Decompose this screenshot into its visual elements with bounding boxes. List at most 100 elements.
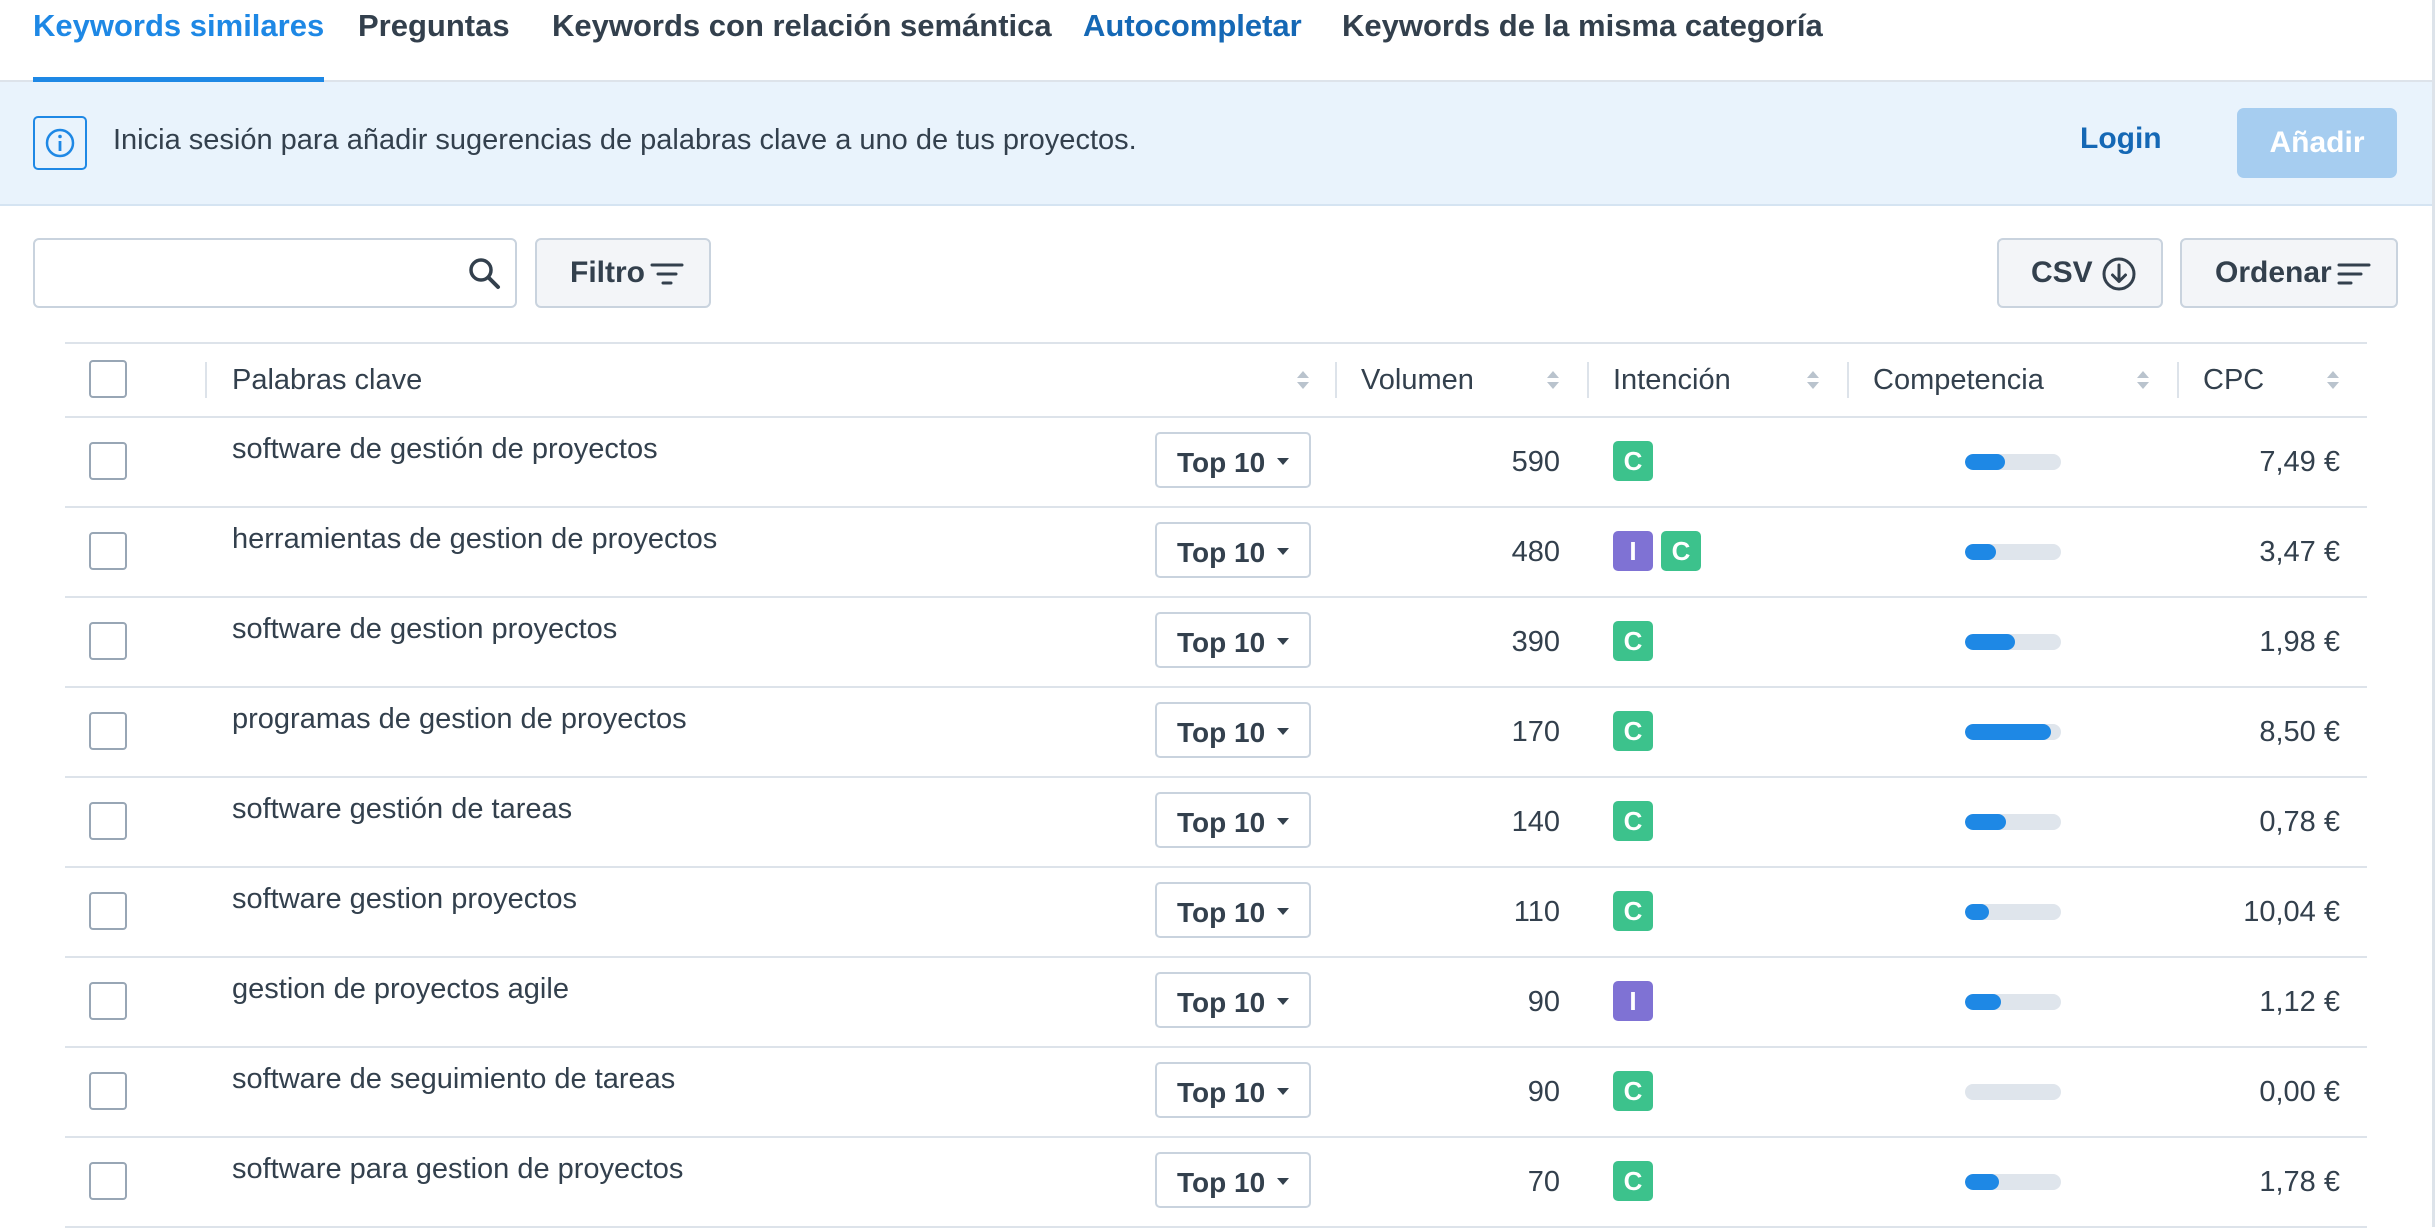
intent-badge: C: [1613, 1161, 1653, 1201]
keyword-text: software de seguimiento de tareas: [232, 1063, 676, 1095]
tab-preguntas[interactable]: Preguntas: [358, 0, 510, 80]
intent-badge: C: [1613, 441, 1653, 481]
competition-bar: [1965, 994, 2061, 1010]
search-input[interactable]: [45, 248, 449, 300]
rank-dropdown[interactable]: Top 10: [1155, 612, 1311, 668]
cpc-value: 0,00 €: [2259, 1076, 2340, 1108]
tab-keywords-similares[interactable]: Keywords similares: [33, 0, 325, 82]
sort-arrows-icon[interactable]: [1545, 368, 1561, 392]
keyword-text: software de gestion proyectos: [232, 613, 618, 645]
row-checkbox[interactable]: [89, 1162, 127, 1200]
caret-down-icon: [1277, 458, 1289, 465]
login-banner: Inicia sesión para añadir sugerencias de…: [0, 82, 2432, 206]
rank-dropdown[interactable]: Top 10: [1155, 702, 1311, 758]
header-competition[interactable]: Competencia: [1873, 364, 2044, 397]
keyword-text: programas de gestion de proyectos: [232, 703, 687, 735]
banner-message: Inicia sesión para añadir sugerencias de…: [113, 124, 1137, 156]
csv-label: CSV: [2031, 256, 2093, 289]
header-keyword[interactable]: Palabras clave: [232, 364, 422, 397]
table-row: software de gestión de proyectos Top 10 59…: [65, 416, 2367, 508]
volume-value: 480: [1511, 536, 1560, 568]
table-row: software gestion proyectos Top 10 110 C 10,0…: [65, 866, 2367, 958]
row-checkbox[interactable]: [89, 802, 127, 840]
header-cpc[interactable]: CPC: [2203, 364, 2264, 397]
competition-bar: [1965, 634, 2061, 650]
login-link[interactable]: Login: [2080, 122, 2162, 156]
table-row: software para gestion de proyectos Top 10…: [65, 1136, 2367, 1228]
filter-label: Filtro: [570, 256, 645, 289]
caret-down-icon: [1277, 998, 1289, 1005]
rank-dropdown[interactable]: Top 10: [1155, 882, 1311, 938]
volume-value: 70: [1527, 1166, 1560, 1198]
rank-dropdown[interactable]: Top 10: [1155, 792, 1311, 848]
caret-down-icon: [1277, 728, 1289, 735]
csv-button[interactable]: CSV: [1997, 238, 2163, 308]
app-frame: Keywords similares Preguntas Keywords co…: [0, 0, 2435, 1228]
volume-value: 590: [1511, 446, 1560, 478]
tab-autocompletar[interactable]: Autocompletar: [1083, 0, 1302, 80]
header-intent[interactable]: Intención: [1613, 364, 1731, 397]
volume-value: 90: [1527, 986, 1560, 1018]
cpc-value: 7,49 €: [2259, 446, 2340, 478]
keyword-text: software gestion proyectos: [232, 883, 577, 915]
rank-label: Top 10: [1177, 537, 1266, 568]
header-divider: [1335, 362, 1337, 398]
competition-fill: [1965, 994, 2002, 1010]
row-checkbox[interactable]: [89, 622, 127, 660]
sort-arrows-icon[interactable]: [2135, 368, 2151, 392]
table-row: herramientas de gestion de proyectos Top …: [65, 506, 2367, 598]
sort-icon: [2337, 263, 2371, 285]
cpc-value: 10,04 €: [2243, 896, 2340, 928]
competition-fill: [1965, 454, 2006, 470]
tab-keywords-misma-categoria[interactable]: Keywords de la misma categoría: [1342, 0, 1823, 80]
cpc-value: 0,78 €: [2259, 806, 2340, 838]
keyword-text: software de gestión de proyectos: [232, 433, 658, 465]
filter-icon: [650, 263, 684, 285]
row-checkbox[interactable]: [89, 1072, 127, 1110]
row-checkbox[interactable]: [89, 532, 127, 570]
sort-button[interactable]: Ordenar: [2180, 238, 2398, 308]
volume-value: 170: [1511, 716, 1560, 748]
sort-arrows-icon[interactable]: [2325, 368, 2341, 392]
table-row: software de seguimiento de tareas Top 10 9…: [65, 1046, 2367, 1138]
competition-fill: [1965, 814, 2007, 830]
rank-dropdown[interactable]: Top 10: [1155, 1062, 1311, 1118]
row-checkbox[interactable]: [89, 892, 127, 930]
volume-value: 140: [1511, 806, 1560, 838]
rank-label: Top 10: [1177, 807, 1266, 838]
select-all-checkbox[interactable]: [89, 360, 127, 398]
competition-fill: [1965, 634, 2015, 650]
intent-badge: C: [1661, 531, 1701, 571]
rank-dropdown[interactable]: Top 10: [1155, 1152, 1311, 1208]
search-icon[interactable]: [465, 254, 505, 294]
filter-button[interactable]: Filtro: [535, 238, 711, 308]
row-checkbox[interactable]: [89, 712, 127, 750]
competition-bar: [1965, 724, 2061, 740]
intent-badge: C: [1613, 711, 1653, 751]
search-field[interactable]: [33, 238, 517, 308]
header-divider: [1587, 362, 1589, 398]
volume-value: 110: [1513, 896, 1560, 928]
rank-label: Top 10: [1177, 717, 1266, 748]
tab-bar: Keywords similares Preguntas Keywords co…: [0, 0, 2432, 82]
sort-arrows-icon[interactable]: [1295, 368, 1311, 392]
tab-keywords-relacion-semantica[interactable]: Keywords con relación semántica: [552, 0, 1052, 80]
rank-label: Top 10: [1177, 1077, 1266, 1108]
table-row: programas de gestion de proyectos Top 10 1…: [65, 686, 2367, 778]
row-checkbox[interactable]: [89, 982, 127, 1020]
rank-dropdown[interactable]: Top 10: [1155, 522, 1311, 578]
add-button[interactable]: Añadir: [2237, 108, 2397, 178]
competition-bar: [1965, 1174, 2061, 1190]
row-checkbox[interactable]: [89, 442, 127, 480]
rank-dropdown[interactable]: Top 10: [1155, 432, 1311, 488]
caret-down-icon: [1277, 908, 1289, 915]
table-header: Palabras clave Volumen Intención Compete…: [65, 342, 2367, 418]
info-icon: [33, 116, 87, 170]
rank-dropdown[interactable]: Top 10: [1155, 972, 1311, 1028]
keyword-text: software gestión de tareas: [232, 793, 573, 825]
header-volume[interactable]: Volumen: [1361, 364, 1474, 397]
cpc-value: 1,12 €: [2259, 986, 2340, 1018]
sort-arrows-icon[interactable]: [1805, 368, 1821, 392]
caret-down-icon: [1277, 1178, 1289, 1185]
volume-value: 390: [1511, 626, 1560, 658]
